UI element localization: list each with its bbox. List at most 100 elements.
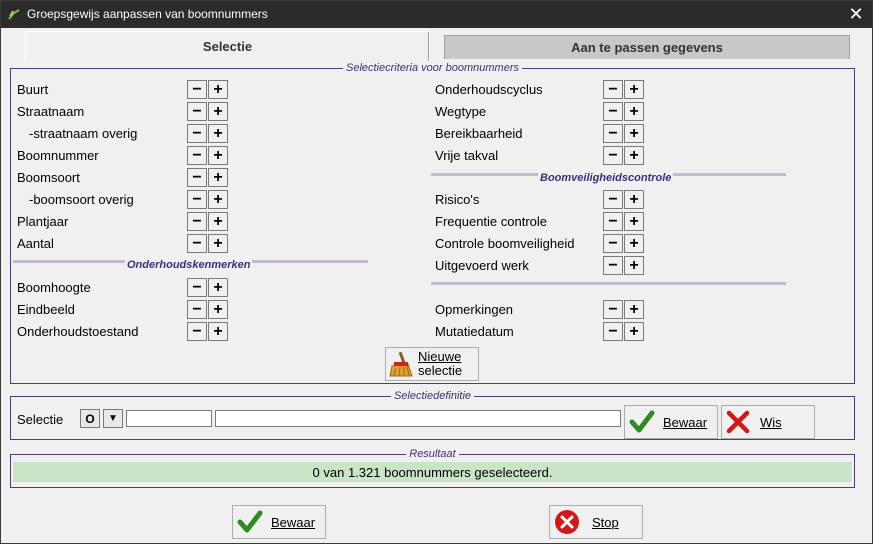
save-definition-button[interactable]: Bewaar — [624, 405, 718, 439]
selection-dropdown-button[interactable]: ▼ — [103, 409, 123, 428]
extra-separator — [431, 282, 786, 285]
criteria-stepper-boomsoort: − + — [187, 168, 228, 187]
remove-criteria-button[interactable]: − — [603, 256, 623, 275]
stop-button[interactable]: Stop — [549, 505, 643, 539]
criteria-stepper-bereikbaarheid: − + — [603, 124, 644, 143]
remove-criteria-button[interactable]: − — [187, 190, 207, 209]
add-criteria-button[interactable]: + — [624, 146, 644, 165]
cross-icon — [726, 410, 750, 434]
criteria-label-controle-boomveiligheid: Controle boomveiligheid — [435, 236, 575, 251]
add-criteria-button[interactable]: + — [208, 234, 228, 253]
add-criteria-button[interactable]: + — [208, 322, 228, 341]
close-icon[interactable]: ✕ — [840, 1, 872, 28]
criteria-stepper-frequentie-controle: − + — [603, 212, 644, 231]
add-criteria-button[interactable]: + — [208, 300, 228, 319]
remove-criteria-button[interactable]: − — [187, 168, 207, 187]
add-criteria-button[interactable]: + — [624, 322, 644, 341]
tree-app-icon — [8, 9, 20, 20]
clear-definition-button[interactable]: Wis — [721, 405, 815, 439]
remove-criteria-button[interactable]: − — [603, 190, 623, 209]
criteria-stepper-onderhoudscyclus: − + — [603, 80, 644, 99]
remove-criteria-button[interactable]: − — [603, 102, 623, 121]
tab-selectie[interactable]: Selectie — [25, 31, 430, 61]
criteria-stepper-controle-boomveiligheid: − + — [603, 234, 644, 253]
broom-icon — [389, 351, 413, 377]
add-criteria-button[interactable]: + — [208, 168, 228, 187]
remove-criteria-button[interactable]: − — [187, 146, 207, 165]
criteria-stepper-vrije-takval: − + — [603, 146, 644, 165]
criteria-stepper-straatnaam: − + — [187, 102, 228, 121]
remove-criteria-button[interactable]: − — [187, 124, 207, 143]
criteria-label-wegtype: Wegtype — [435, 104, 487, 119]
criteria-legend: Selectiecriteria voor boomnummers — [345, 62, 519, 74]
criteria-label-frequentie-controle: Frequentie controle — [435, 214, 548, 229]
save-definition-label: Bewaar — [663, 414, 708, 430]
add-criteria-button[interactable]: + — [624, 102, 644, 121]
add-criteria-button[interactable]: + — [624, 234, 644, 253]
criteria-label-onderhoudscyclus: Onderhoudscyclus — [435, 82, 543, 97]
remove-criteria-button[interactable]: − — [187, 278, 207, 297]
remove-criteria-button[interactable]: − — [187, 322, 207, 341]
criteria-label-straatnaam-overig: -straatnaam overig — [29, 126, 138, 141]
add-criteria-button[interactable]: + — [208, 212, 228, 231]
criteria-stepper-straatnaam-overig: − + — [187, 124, 228, 143]
check-icon — [629, 410, 655, 433]
maintenance-title: Onderhoudskenmerken — [125, 259, 253, 271]
criteria-label-boomnummer: Boomnummer — [17, 148, 99, 163]
add-criteria-button[interactable]: + — [624, 300, 644, 319]
criteria-label-mutatiedatum: Mutatiedatum — [435, 324, 514, 339]
remove-criteria-button[interactable]: − — [187, 300, 207, 319]
tab-aan-te-passen-gegevens[interactable]: Aan te passen gegevens — [444, 35, 850, 59]
criteria-stepper-wegtype: − + — [603, 102, 644, 121]
selection-label: Selectie — [17, 412, 64, 427]
add-criteria-button[interactable]: + — [624, 124, 644, 143]
criteria-stepper-mutatiedatum: − + — [603, 322, 644, 341]
add-criteria-button[interactable]: + — [208, 124, 228, 143]
add-criteria-button[interactable]: + — [208, 278, 228, 297]
new-selection-button[interactable]: Nieuwe selectie — [385, 347, 479, 381]
dialog-window: Groepsgewijs aanpassen van boomnummers ✕… — [0, 0, 873, 544]
stop-icon — [555, 510, 579, 534]
remove-criteria-button[interactable]: − — [187, 102, 207, 121]
remove-criteria-button[interactable]: − — [603, 146, 623, 165]
criteria-label-boomsoort-overig: -boomsoort overig — [29, 192, 134, 207]
criteria-label-plantjaar: Plantjaar — [17, 214, 69, 229]
criteria-label-onderhoudstoestand: Onderhoudstoestand — [17, 324, 139, 339]
add-criteria-button[interactable]: + — [624, 80, 644, 99]
definition-legend: Selectiedefinitie — [393, 390, 472, 402]
save-label: Bewaar — [271, 514, 316, 530]
remove-criteria-button[interactable]: − — [603, 80, 623, 99]
criteria-label-buurt: Buurt — [17, 82, 49, 97]
add-criteria-button[interactable]: + — [208, 146, 228, 165]
criteria-label-vrije-takval: Vrije takval — [435, 148, 499, 163]
save-button[interactable]: Bewaar — [232, 505, 326, 539]
criteria-stepper-boomsoort-overig: − + — [187, 190, 228, 209]
add-criteria-button[interactable]: + — [208, 80, 228, 99]
remove-criteria-button[interactable]: − — [603, 300, 623, 319]
selection-description-input[interactable] — [215, 410, 621, 427]
criteria-stepper-boomhoogte: − + — [187, 278, 228, 297]
criteria-stepper-buurt: − + — [187, 80, 228, 99]
criteria-label-bereikbaarheid: Bereikbaarheid — [435, 126, 523, 141]
remove-criteria-button[interactable]: − — [603, 212, 623, 231]
remove-criteria-button[interactable]: − — [187, 80, 207, 99]
remove-criteria-button[interactable]: − — [603, 124, 623, 143]
open-selection-button[interactable]: O — [80, 409, 100, 428]
remove-criteria-button[interactable]: − — [603, 234, 623, 253]
remove-criteria-button[interactable]: − — [187, 234, 207, 253]
selection-code-input[interactable] — [126, 410, 212, 427]
add-criteria-button[interactable]: + — [208, 190, 228, 209]
criteria-stepper-aantal: − + — [187, 234, 228, 253]
remove-criteria-button[interactable]: − — [187, 212, 207, 231]
criteria-stepper-uitgevoerd-werk: − + — [603, 256, 644, 275]
criteria-label-straatnaam: Straatnaam — [17, 104, 85, 119]
criteria-label-risico-s: Risico's — [435, 192, 480, 207]
remove-criteria-button[interactable]: − — [603, 322, 623, 341]
add-criteria-button[interactable]: + — [624, 212, 644, 231]
criteria-label-uitgevoerd-werk: Uitgevoerd werk — [435, 258, 529, 273]
add-criteria-button[interactable]: + — [624, 256, 644, 275]
add-criteria-button[interactable]: + — [208, 102, 228, 121]
new-selection-label-2: selectie — [418, 363, 463, 378]
add-criteria-button[interactable]: + — [624, 190, 644, 209]
criteria-label-boomhoogte: Boomhoogte — [17, 280, 91, 295]
